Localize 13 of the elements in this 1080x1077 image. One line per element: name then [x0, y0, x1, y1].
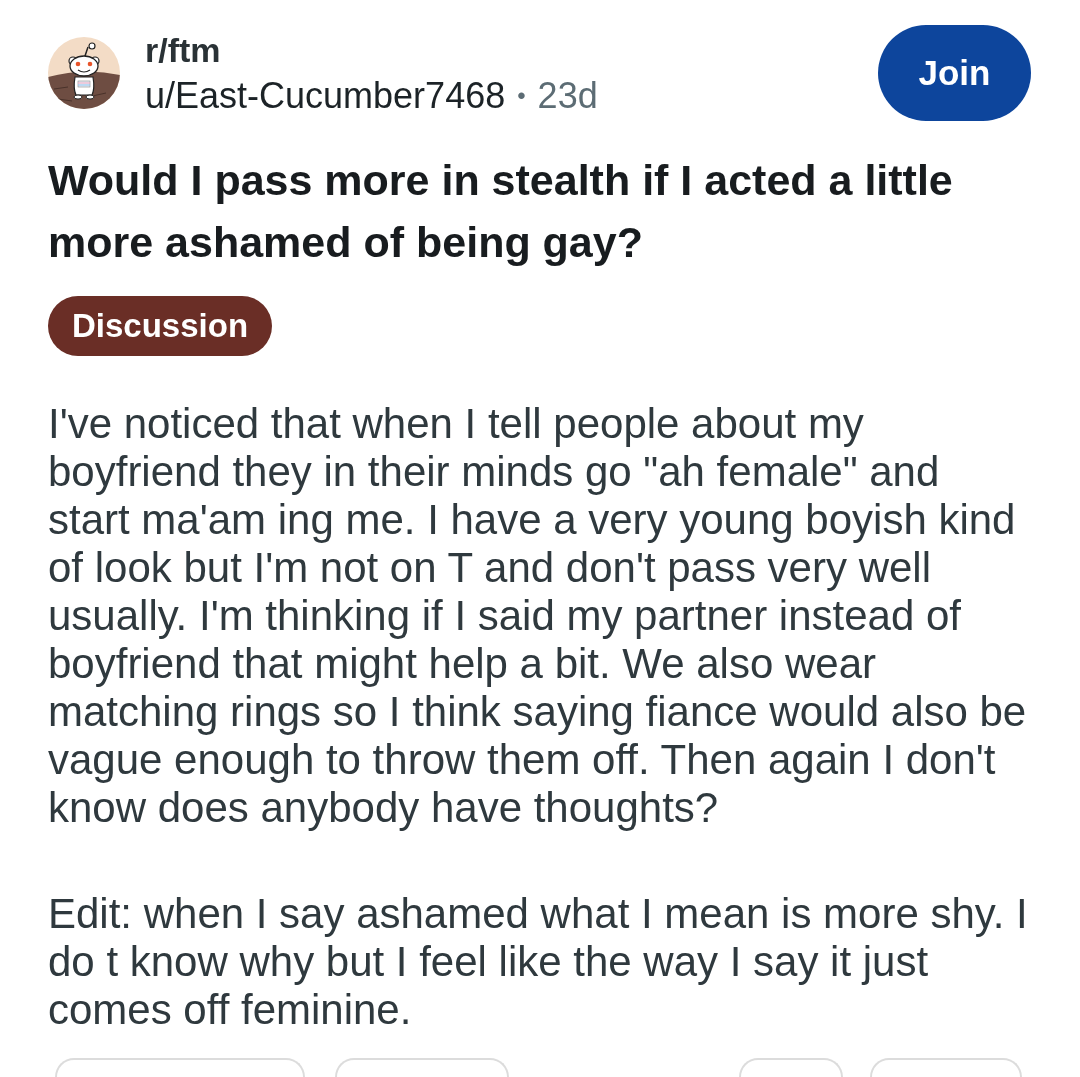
action-button[interactable] — [870, 1058, 1022, 1077]
community-name[interactable]: r/ftm — [145, 29, 221, 71]
action-button[interactable] — [739, 1058, 843, 1077]
post-age: 23d — [537, 75, 598, 117]
post-body-paragraph: Edit: when I say ashamed what I mean is more shy. I do t know why but I feel like the way I say it just comes off feminine. — [48, 890, 1029, 1034]
join-button[interactable]: Join — [878, 25, 1031, 121]
flair-tag[interactable]: Discussion — [48, 296, 273, 356]
author-name[interactable]: u/East-Cucumber7468 — [145, 75, 506, 117]
post-title: Would I pass more in stealth if I acted a little more ashamed of being gay? — [48, 155, 954, 268]
action-button[interactable] — [55, 1058, 305, 1077]
post-body-paragraph: I've noticed that when I tell people about my boyfriend they in their minds go "ah female" and start ma'am ing me. I have a very young boyish kind of look but I'm not on T and don't pass very well usually. I'm thinking if I said my partner instead of boyfriend that might help a bit. We also wear matching rings so I think saying fiance would also be vague enough to throw them off. Then again I don't know does anybody have thoughts? — [48, 400, 1028, 832]
separator-dot: • — [517, 81, 526, 111]
action-button[interactable] — [335, 1058, 509, 1077]
